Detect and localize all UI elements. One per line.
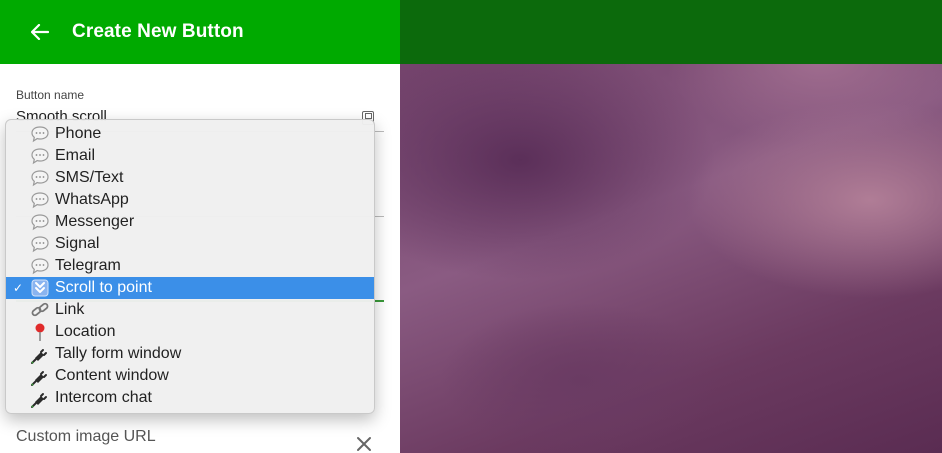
dropdown-option-whatsapp[interactable]: WhatsApp — [6, 189, 374, 211]
app-bar: Create New Button — [0, 0, 400, 64]
dropdown-option-label: Phone — [55, 125, 102, 142]
dropdown-option-label: Tally form window — [55, 345, 182, 362]
plug-icon — [29, 388, 51, 408]
dropdown-option-scroll-to-point[interactable]: ✓ Scroll to point — [6, 277, 374, 299]
custom-image-url-label: Custom image URL — [16, 428, 156, 445]
dropdown-option-label: Signal — [55, 235, 100, 252]
dropdown-option-telegram[interactable]: Telegram — [6, 255, 374, 277]
cloud-background-image — [400, 0, 942, 453]
dropdown-option-sms-text[interactable]: SMS/Text — [6, 167, 374, 189]
dropdown-option-tally-form-window[interactable]: Tally form window — [6, 343, 374, 365]
dropdown-option-label: Messenger — [55, 213, 135, 230]
page-title: Create New Button — [72, 21, 244, 42]
dropdown-option-link[interactable]: Link — [6, 299, 374, 321]
scroll-down-icon — [29, 278, 51, 298]
dropdown-option-location[interactable]: Location — [6, 321, 374, 343]
dropdown-option-signal[interactable]: Signal — [6, 233, 374, 255]
dropdown-option-label: Scroll to point — [55, 279, 152, 296]
speech-bubble-icon — [29, 212, 51, 232]
dropdown-option-label: Location — [55, 323, 116, 340]
plug-icon — [29, 366, 51, 386]
dropdown-option-label: SMS/Text — [55, 169, 124, 186]
location-pin-icon — [29, 322, 51, 342]
dropdown-option-label: WhatsApp — [55, 191, 129, 208]
dropdown-option-content-window[interactable]: Content window — [6, 365, 374, 387]
speech-bubble-icon — [29, 168, 51, 188]
dropdown-option-label: Link — [55, 301, 85, 318]
dropdown-option-intercom-chat[interactable]: Intercom chat — [6, 387, 374, 409]
speech-bubble-icon — [29, 234, 51, 254]
speech-bubble-icon — [29, 190, 51, 210]
dropdown-option-messenger[interactable]: Messenger — [6, 211, 374, 233]
plug-icon — [29, 344, 51, 364]
top-bar-shade — [400, 0, 942, 64]
dropdown-option-phone[interactable]: Phone — [6, 123, 374, 145]
button-name-label: Button name — [16, 88, 85, 102]
checkmark-icon: ✓ — [12, 281, 24, 295]
link-icon — [29, 300, 51, 320]
dropdown-option-label: Intercom chat — [55, 389, 152, 406]
dropdown-option-label: Email — [55, 147, 96, 164]
speech-bubble-icon — [29, 124, 51, 144]
speech-bubble-icon — [29, 256, 51, 276]
back-button[interactable] — [28, 20, 52, 44]
speech-bubble-icon — [29, 146, 51, 166]
back-arrow-icon — [31, 24, 49, 40]
dropdown-option-label: Telegram — [55, 257, 121, 274]
close-icon[interactable] — [354, 434, 374, 453]
action-type-dropdown[interactable]: Phone Email SMS/Text WhatsApp Messenger Signa… — [5, 119, 375, 414]
dropdown-option-label: Content window — [55, 367, 169, 384]
dropdown-option-email[interactable]: Email — [6, 145, 374, 167]
